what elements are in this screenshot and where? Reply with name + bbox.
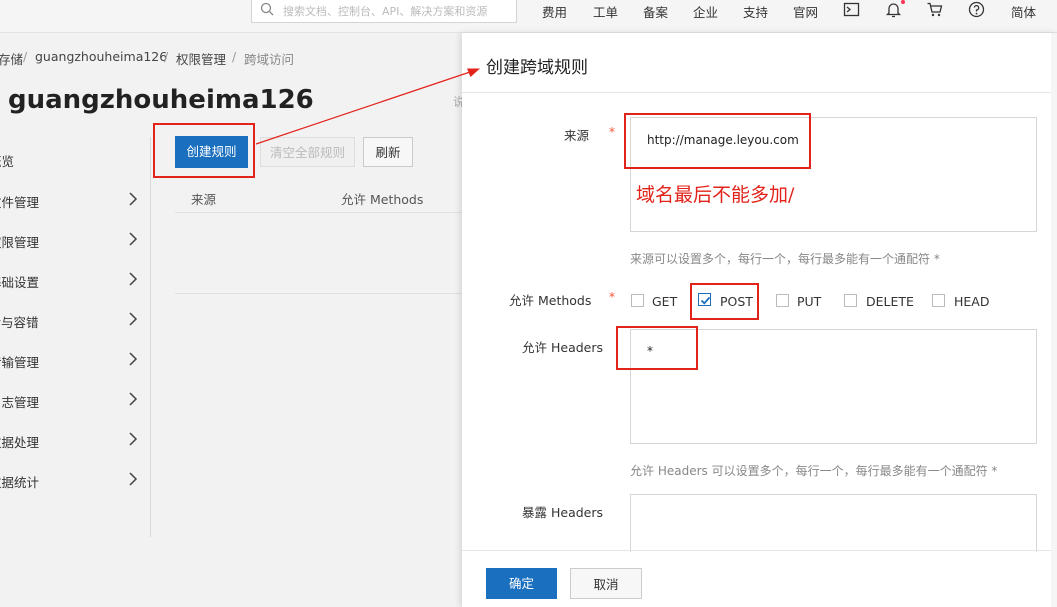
sidebar-item-logs[interactable]: 日志管理 bbox=[0, 392, 39, 411]
checkbox-label-post[interactable]: POST bbox=[720, 294, 753, 309]
help-icon[interactable] bbox=[968, 1, 985, 18]
allow-headers-textarea[interactable]: * bbox=[630, 329, 1037, 444]
allow-headers-hint: 允许 Headers 可以设置多个，每行一个，每行最多能有一个通配符 * bbox=[630, 464, 998, 478]
chevron-right-icon bbox=[129, 312, 138, 326]
checkbox-label-put[interactable]: PUT bbox=[797, 294, 821, 309]
checkbox-post[interactable] bbox=[698, 293, 711, 306]
table-header-divider bbox=[175, 212, 462, 213]
sidebar-item-basic-settings[interactable]: 基础设置 bbox=[0, 272, 39, 291]
nav-link-support[interactable]: 支持 bbox=[743, 2, 768, 21]
terminal-icon[interactable] bbox=[843, 1, 860, 18]
cancel-button[interactable]: 取消 bbox=[570, 568, 642, 599]
methods-label: 允许 Methods bbox=[509, 293, 592, 308]
annotation-note: 域名最后不能多加/ bbox=[636, 184, 795, 206]
bucket-title: guangzhouheima126 bbox=[8, 85, 314, 115]
sidebar-item-overview[interactable]: 概览 bbox=[0, 151, 14, 170]
checkbox-delete[interactable] bbox=[844, 294, 857, 307]
source-value: http://manage.leyou.com bbox=[647, 133, 799, 147]
breadcrumb-item-permissions[interactable]: 权限管理 bbox=[176, 49, 226, 68]
required-mark: * bbox=[609, 125, 615, 139]
chevron-right-icon bbox=[129, 192, 138, 206]
breadcrumb-item-cors: 跨域访问 bbox=[244, 52, 295, 67]
drawer-title: 创建跨域规则 bbox=[486, 58, 588, 78]
checkbox-label-get[interactable]: GET bbox=[652, 294, 677, 309]
breadcrumb-separator: / bbox=[164, 49, 169, 64]
clear-all-rules-button: 清空全部规则 bbox=[260, 137, 355, 167]
source-label: 来源 bbox=[564, 128, 590, 143]
search-placeholder: 搜索文档、控制台、API、解决方案和资源 bbox=[283, 5, 488, 18]
refresh-button[interactable]: 刷新 bbox=[363, 137, 413, 167]
expose-headers-textarea[interactable] bbox=[630, 494, 1037, 552]
nav-link-billing[interactable]: 费用 bbox=[542, 2, 567, 21]
column-header-source: 来源 bbox=[191, 192, 217, 207]
nav-link-enterprise[interactable]: 企业 bbox=[693, 2, 718, 21]
sidebar-item-files[interactable]: 文件管理 bbox=[0, 192, 39, 211]
chevron-right-icon bbox=[129, 392, 138, 406]
drawer-title-divider bbox=[462, 92, 1057, 93]
top-navigation-bar: 搜索文档、控制台、API、解决方案和资源 费用 工单 备案 企业 支持 官网 简… bbox=[0, 0, 1057, 33]
search-icon bbox=[260, 2, 274, 16]
language-switch[interactable]: 简体 bbox=[1011, 2, 1036, 21]
drawer-scrollbar[interactable] bbox=[1051, 33, 1057, 607]
sidebar-item-permissions[interactable]: 权限管理 bbox=[0, 232, 39, 251]
table-bottom-divider bbox=[175, 293, 462, 294]
breadcrumb-item-storage[interactable]: 存储 bbox=[0, 49, 23, 68]
create-cors-rule-drawer: 创建跨域规则 来源 * http://manage.leyou.com 域名最后… bbox=[462, 33, 1057, 607]
breadcrumb-separator: / bbox=[232, 49, 237, 64]
sidebar-item-data-processing[interactable]: 数据处理 bbox=[0, 432, 39, 451]
nav-link-website[interactable]: 官网 bbox=[793, 2, 818, 21]
notification-dot bbox=[901, 0, 905, 4]
sidebar-item-transfer[interactable]: 传输管理 bbox=[0, 352, 39, 371]
allow-headers-value: * bbox=[647, 344, 653, 358]
checkbox-put[interactable] bbox=[776, 294, 789, 307]
search-box[interactable]: 搜索文档、控制台、API、解决方案和资源 bbox=[251, 0, 517, 23]
nav-link-filing[interactable]: 备案 bbox=[643, 2, 668, 21]
checkbox-label-delete[interactable]: DELETE bbox=[866, 294, 914, 309]
chevron-right-icon bbox=[129, 272, 138, 286]
confirm-button[interactable]: 确定 bbox=[486, 568, 557, 599]
checkbox-get[interactable] bbox=[631, 294, 644, 307]
cart-icon[interactable] bbox=[926, 1, 943, 18]
allow-headers-label: 允许 Headers bbox=[522, 340, 603, 355]
sidebar-item-redundancy[interactable]: 冗余与容错 bbox=[0, 312, 39, 331]
chevron-right-icon bbox=[129, 472, 138, 486]
checkmark-icon bbox=[700, 296, 711, 305]
required-mark: * bbox=[609, 290, 615, 304]
create-rule-button[interactable]: 创建规则 bbox=[175, 136, 248, 168]
expose-headers-label: 暴露 Headers bbox=[522, 505, 603, 520]
breadcrumb-separator: / bbox=[23, 49, 28, 64]
column-header-methods: 允许 Methods bbox=[341, 192, 424, 207]
drawer-footer-divider bbox=[462, 550, 1057, 551]
bell-icon[interactable] bbox=[885, 1, 902, 18]
sidebar-item-statistics[interactable]: 数据统计 bbox=[0, 472, 39, 491]
source-textarea[interactable]: http://manage.leyou.com 域名最后不能多加/ bbox=[630, 117, 1037, 232]
checkbox-label-head[interactable]: HEAD bbox=[954, 294, 989, 309]
checkbox-head[interactable] bbox=[932, 294, 945, 307]
sidebar-divider bbox=[150, 137, 151, 537]
chevron-right-icon bbox=[129, 432, 138, 446]
source-hint: 来源可以设置多个，每行一个，每行最多能有一个通配符 * bbox=[630, 252, 940, 266]
chevron-right-icon bbox=[129, 352, 138, 366]
breadcrumb-item-bucket[interactable]: guangzhouheima126 bbox=[35, 49, 167, 64]
chevron-right-icon bbox=[129, 232, 138, 246]
nav-link-ticket[interactable]: 工单 bbox=[593, 2, 618, 21]
